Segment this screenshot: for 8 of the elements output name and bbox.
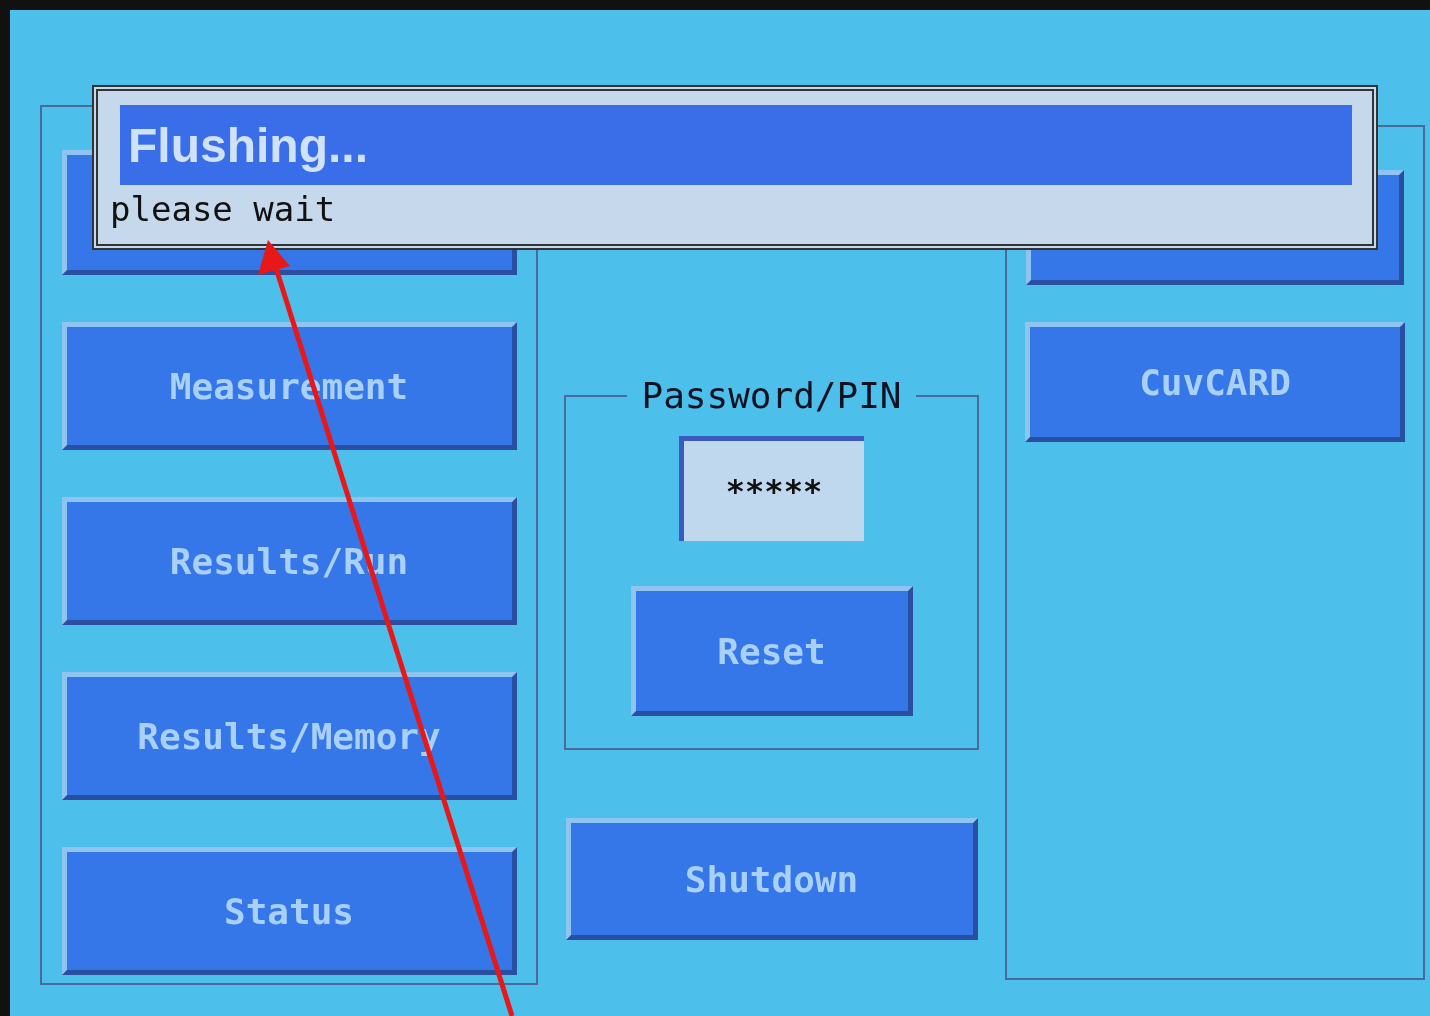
dialog-message: please wait <box>110 189 336 229</box>
reset-button[interactable]: Reset <box>630 586 913 716</box>
menu-button[interactable]: Status <box>61 847 517 975</box>
dialog-title: Flushing... <box>128 117 368 173</box>
shutdown-button[interactable]: Shutdown <box>565 818 978 940</box>
group-label: Password/PIN <box>640 375 903 416</box>
password-field[interactable]: ***** <box>679 436 864 541</box>
menu-button[interactable]: CuvCARD <box>1025 322 1405 442</box>
